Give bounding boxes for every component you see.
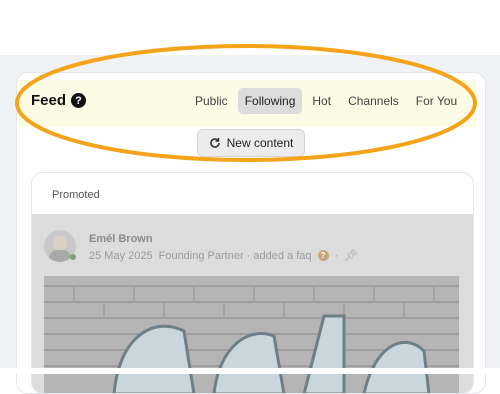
post-date: 25 May 2025 [89, 249, 153, 262]
tab-for-you[interactable]: For You [409, 88, 464, 114]
new-content-button[interactable]: New content [197, 129, 305, 157]
bottom-bar [0, 368, 500, 374]
tab-hot[interactable]: Hot [305, 88, 338, 114]
brick-wall-graffiti-image [44, 276, 459, 393]
refresh-icon [209, 138, 220, 148]
promoted-card: Promoted Emél Brown 25 May 2025 Founding… [31, 172, 474, 394]
top-strip [0, 0, 500, 55]
feed-tabs: Public Following Hot Channels For You [188, 88, 464, 114]
new-content-label: New content [226, 136, 294, 150]
post-meta: 25 May 2025 Founding Partner · added a f… [89, 249, 358, 263]
post-image[interactable] [44, 276, 459, 393]
help-icon[interactable]: ? [71, 93, 87, 108]
meta-separator: · [334, 249, 339, 262]
faq-help-icon[interactable]: ? [317, 250, 329, 261]
tab-following[interactable]: Following [237, 88, 303, 114]
online-status-dot [70, 254, 76, 260]
tab-public[interactable]: Public [188, 88, 235, 114]
promoted-post[interactable]: Emél Brown 25 May 2025 Founding Partner … [32, 214, 473, 393]
avatar-body [49, 250, 71, 262]
pin-icon[interactable]: 📌︎ [344, 249, 358, 262]
feed-title-text: Feed [31, 92, 67, 109]
post-action: Founding Partner · added a faq [158, 249, 312, 262]
feed-title: Feed ? [31, 92, 87, 109]
promoted-label: Promoted [52, 189, 100, 201]
post-author[interactable]: Emél Brown [89, 233, 153, 245]
tab-channels[interactable]: Channels [341, 88, 406, 114]
avatar-face [53, 235, 67, 251]
